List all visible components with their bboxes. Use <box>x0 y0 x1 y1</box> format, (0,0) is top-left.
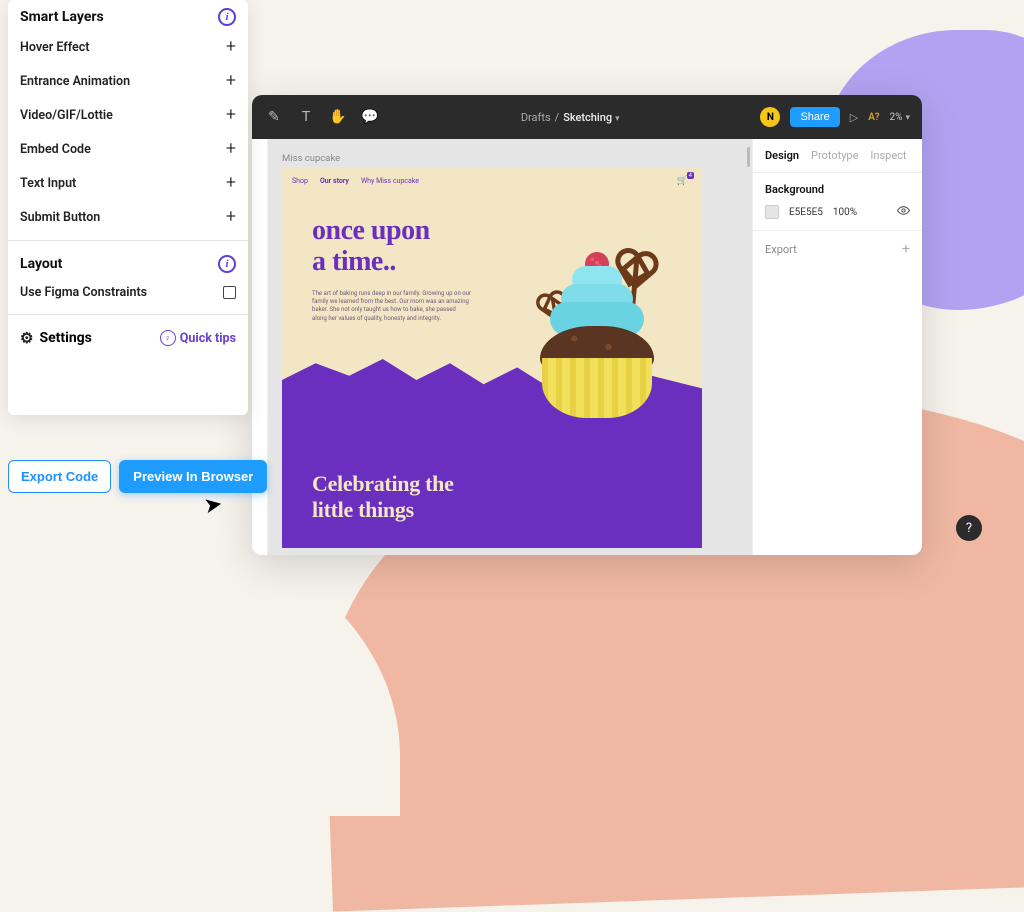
export-code-button[interactable]: Export Code <box>8 460 111 493</box>
cart-badge: 4 <box>687 172 694 179</box>
share-button[interactable]: Share <box>790 107 839 127</box>
bg-opacity: 100% <box>833 207 857 218</box>
nav-our-story[interactable]: Our story <box>320 177 349 185</box>
label: Entrance Animation <box>20 74 130 89</box>
quick-tips-label: Quick tips <box>180 331 236 346</box>
row-video-gif-lottie[interactable]: Video/GIF/Lottie + <box>8 98 248 132</box>
row-entrance-animation[interactable]: Entrance Animation + <box>8 64 248 98</box>
plus-icon: + <box>226 72 236 90</box>
settings-row: Settings ♀ Quick tips <box>8 321 248 355</box>
tab-prototype[interactable]: Prototype <box>811 149 858 162</box>
settings-button[interactable]: Settings <box>20 329 92 347</box>
bg-hex: E5E5E5 <box>789 207 823 218</box>
label: Video/GIF/Lottie <box>20 108 113 123</box>
plus-icon: + <box>226 38 236 56</box>
breadcrumb-current: Sketching <box>563 111 619 124</box>
background-title: Background <box>765 183 910 196</box>
bg-blob-cream <box>0 516 400 816</box>
label: Submit Button <box>20 210 100 225</box>
info-icon[interactable]: i <box>218 255 236 273</box>
layout-header: Layout i <box>8 247 248 277</box>
label: Hover Effect <box>20 40 89 55</box>
comment-tool-icon[interactable]: 💬 <box>360 107 380 127</box>
heart-topper-right <box>622 234 657 269</box>
checkbox-icon[interactable] <box>223 286 236 299</box>
layout-title: Layout <box>20 256 62 272</box>
hero-title-l2: a time.. <box>312 247 492 278</box>
celebrate-text: Celebrating the little things <box>312 471 454 522</box>
breadcrumb[interactable]: Drafts / Sketching <box>390 111 750 124</box>
label: Text Input <box>20 176 76 191</box>
hero-text: once upon a time.. The art of baking run… <box>312 216 492 323</box>
label: Use Figma Constraints <box>20 285 147 300</box>
settings-title: Settings <box>39 330 91 346</box>
plus-icon[interactable]: + <box>902 241 910 257</box>
preview-in-browser-button[interactable]: Preview In Browser <box>119 460 267 493</box>
celebrate-l2: little things <box>312 497 454 522</box>
cupcake-illustration <box>522 218 672 418</box>
quick-tips-button[interactable]: ♀ Quick tips <box>160 330 236 346</box>
nav-why[interactable]: Why Miss cupcake <box>361 177 419 185</box>
inspector-tabs: Design Prototype Inspect <box>753 139 922 173</box>
lasso-tool-icon[interactable]: ✎ <box>264 107 284 127</box>
hero-title-l1: once upon <box>312 216 492 247</box>
frame-nav: Shop Our story Why Miss cupcake 🛒4 <box>282 168 702 194</box>
info-icon[interactable]: i <box>218 8 236 26</box>
plus-icon: + <box>226 208 236 226</box>
frame-label[interactable]: Miss cupcake <box>282 153 738 164</box>
hero-title: once upon a time.. <box>312 216 492 278</box>
gear-icon <box>20 329 33 347</box>
bulb-icon: ♀ <box>160 330 176 346</box>
smart-layers-title: Smart Layers <box>20 9 104 25</box>
export-section[interactable]: Export + <box>753 231 922 267</box>
panel-footer: Export Code Preview In Browser <box>8 460 267 493</box>
visibility-icon[interactable] <box>897 204 910 220</box>
hand-tool-icon[interactable]: ✋ <box>328 107 348 127</box>
play-icon[interactable]: ▷ <box>850 111 858 124</box>
plus-icon: + <box>226 174 236 192</box>
divider <box>8 240 248 241</box>
cart-icon[interactable]: 🛒4 <box>677 176 688 186</box>
avatar[interactable]: N <box>760 107 780 127</box>
scrollbar[interactable] <box>747 147 750 167</box>
export-label: Export <box>765 243 797 256</box>
divider <box>8 314 248 315</box>
row-embed-code[interactable]: Embed Code + <box>8 132 248 166</box>
breadcrumb-sep: / <box>555 111 560 124</box>
breadcrumb-drafts: Drafts <box>521 111 551 124</box>
row-text-input[interactable]: Text Input + <box>8 166 248 200</box>
label: Embed Code <box>20 142 91 157</box>
plugin-panel: Smart Layers i Hover Effect + Entrance A… <box>8 0 248 415</box>
frame-miss-cupcake[interactable]: Shop Our story Why Miss cupcake 🛒4 once … <box>282 168 702 548</box>
inspector-panel: Design Prototype Inspect Background E5E5… <box>752 139 922 555</box>
tab-design[interactable]: Design <box>765 149 799 162</box>
row-hover-effect[interactable]: Hover Effect + <box>8 30 248 64</box>
celebrate-l1: Celebrating the <box>312 471 454 496</box>
cupcake-wrapper <box>542 358 652 418</box>
plus-icon: + <box>226 140 236 158</box>
app-body: Miss cupcake Shop Our story Why Miss cup… <box>252 139 922 555</box>
tab-inspect[interactable]: Inspect <box>870 149 906 162</box>
help-fab[interactable]: ? <box>956 515 982 541</box>
color-swatch[interactable] <box>765 205 779 219</box>
smart-layers-header: Smart Layers i <box>8 0 248 30</box>
row-submit-button[interactable]: Submit Button + <box>8 200 248 234</box>
canvas-area[interactable]: Miss cupcake Shop Our story Why Miss cup… <box>268 139 752 555</box>
hero-body: The art of baking runs deep in our famil… <box>312 290 472 324</box>
missing-fonts-icon[interactable]: A? <box>868 112 879 123</box>
figma-window: ✎ T ✋ 💬 Drafts / Sketching N Share ▷ A? … <box>252 95 922 555</box>
text-tool-icon[interactable]: T <box>296 107 316 127</box>
zoom-dropdown[interactable]: 2% <box>890 112 910 123</box>
topbar: ✎ T ✋ 💬 Drafts / Sketching N Share ▷ A? … <box>252 95 922 139</box>
nav-shop[interactable]: Shop <box>292 177 308 185</box>
background-row[interactable]: E5E5E5 100% <box>765 204 910 220</box>
plus-icon: + <box>226 106 236 124</box>
background-section: Background E5E5E5 100% <box>753 173 922 231</box>
cursor-icon: ➤ <box>202 492 224 520</box>
row-figma-constraints[interactable]: Use Figma Constraints <box>8 277 248 308</box>
